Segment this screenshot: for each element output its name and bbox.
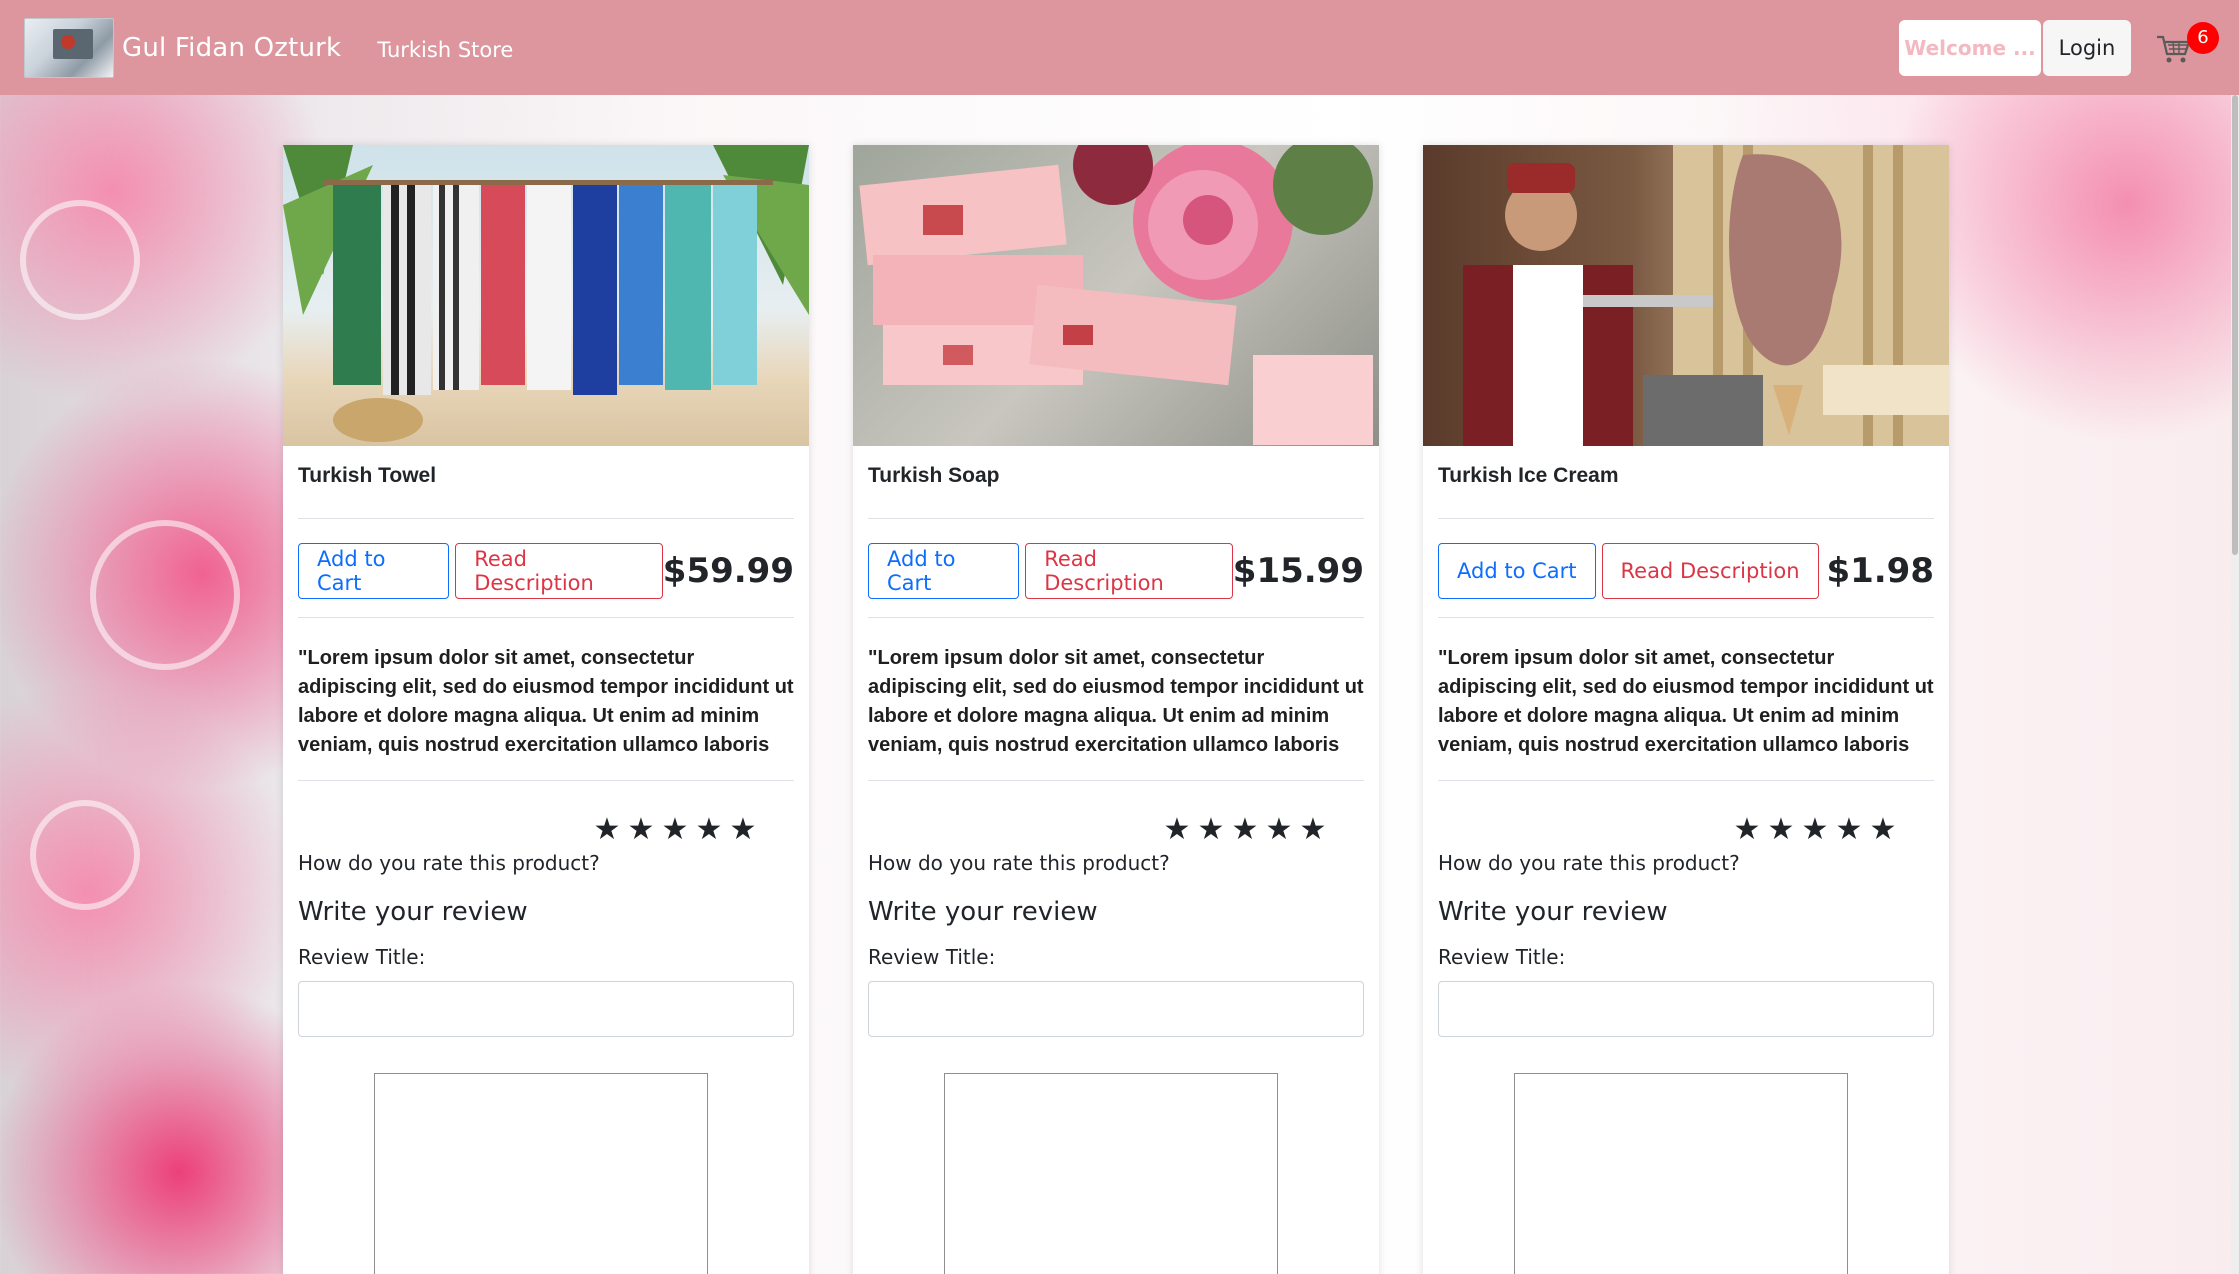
star-icon[interactable]: ★ <box>1730 813 1764 847</box>
product-title: Turkish Towel <box>298 464 437 487</box>
star-icon[interactable]: ★ <box>1228 813 1262 847</box>
brand-logo[interactable] <box>24 17 114 78</box>
read-description-button[interactable]: Read Description <box>455 543 663 599</box>
review-heading: Write your review <box>868 897 1098 927</box>
product-description: "Lorem ipsum dolor sit amet, consectetur… <box>1438 647 1934 756</box>
review-title-input[interactable] <box>298 981 794 1037</box>
star-icon[interactable]: ★ <box>1866 813 1900 847</box>
product-image-soap <box>853 145 1379 446</box>
divider <box>298 518 794 519</box>
star-icon[interactable]: ★ <box>1262 813 1296 847</box>
product-description: "Lorem ipsum dolor sit amet, consectetur… <box>298 647 794 756</box>
divider <box>1438 617 1934 618</box>
star-icon[interactable]: ★ <box>1764 813 1798 847</box>
review-body-textarea[interactable] <box>944 1073 1278 1274</box>
divider <box>868 518 1364 519</box>
divider <box>868 780 1364 781</box>
navbar-right: Welcome ... Login 6 <box>1899 19 2219 76</box>
divider <box>298 617 794 618</box>
review-title-label: Review Title: <box>298 945 426 969</box>
add-to-cart-button[interactable]: Add to Cart <box>1438 543 1596 599</box>
review-heading: Write your review <box>1438 897 1668 927</box>
add-to-cart-button[interactable]: Add to Cart <box>298 543 450 599</box>
review-heading: Write your review <box>298 897 528 927</box>
rate-question: How do you rate this product? <box>1438 851 1740 875</box>
rate-question: How do you rate this product? <box>298 851 600 875</box>
star-icon[interactable]: ★ <box>1296 813 1330 847</box>
background-ornament <box>30 800 140 910</box>
login-button[interactable]: Login <box>2043 19 2131 76</box>
product-image-ice-cream <box>1423 145 1949 446</box>
divider <box>868 617 1364 618</box>
review-title-label: Review Title: <box>868 945 996 969</box>
star-icon[interactable]: ★ <box>692 813 726 847</box>
product-card-ice-cream: Turkish Ice Cream Add to Cart Read Descr… <box>1423 145 1949 1274</box>
review-title-label: Review Title: <box>1438 945 1566 969</box>
product-title: Turkish Soap <box>868 464 1000 487</box>
star-icon[interactable]: ★ <box>1160 813 1194 847</box>
star-icon[interactable]: ★ <box>624 813 658 847</box>
star-rating[interactable]: ★ ★ ★ ★ ★ <box>1438 813 1934 849</box>
product-price: $15.99 <box>1232 551 1364 591</box>
star-icon[interactable]: ★ <box>590 813 624 847</box>
background-ornament <box>90 520 240 670</box>
page-scrollbar[interactable] <box>2231 95 2239 1274</box>
top-navbar: Gul Fidan Ozturk Turkish Store Welcome .… <box>0 0 2239 95</box>
product-image-towel <box>283 145 809 446</box>
star-icon[interactable]: ★ <box>658 813 692 847</box>
read-description-button[interactable]: Read Description <box>1025 543 1233 599</box>
product-card-towel: Turkish Towel Add to Cart Read Descripti… <box>283 145 809 1274</box>
star-icon[interactable]: ★ <box>1832 813 1866 847</box>
rate-question: How do you rate this product? <box>868 851 1170 875</box>
star-icon[interactable]: ★ <box>1798 813 1832 847</box>
review-body-textarea[interactable] <box>1514 1073 1848 1274</box>
star-icon[interactable]: ★ <box>726 813 760 847</box>
product-title: Turkish Ice Cream <box>1438 464 1619 487</box>
background-ornament <box>20 200 140 320</box>
brand-name[interactable]: Gul Fidan Ozturk <box>122 33 341 63</box>
review-title-input[interactable] <box>868 981 1364 1037</box>
product-price: $1.98 <box>1826 551 1934 591</box>
nav-link-turkish-store[interactable]: Turkish Store <box>377 38 513 62</box>
cart-button[interactable]: 6 <box>2155 20 2219 76</box>
star-icon[interactable]: ★ <box>1194 813 1228 847</box>
read-description-button[interactable]: Read Description <box>1601 543 1819 599</box>
product-card-soap: Turkish Soap Add to Cart Read Descriptio… <box>853 145 1379 1274</box>
product-price: $59.99 <box>662 551 794 591</box>
divider <box>298 780 794 781</box>
review-body-textarea[interactable] <box>374 1073 708 1274</box>
product-description: "Lorem ipsum dolor sit amet, consectetur… <box>868 647 1364 756</box>
cart-count-badge: 6 <box>2187 21 2219 54</box>
add-to-cart-button[interactable]: Add to Cart <box>868 543 1020 599</box>
shopping-cart-icon <box>2157 35 2191 62</box>
divider <box>1438 780 1934 781</box>
review-title-input[interactable] <box>1438 981 1934 1037</box>
scrollbar-thumb[interactable] <box>2232 95 2238 555</box>
welcome-button[interactable]: Welcome ... <box>1899 19 2041 76</box>
divider <box>1438 518 1934 519</box>
star-rating[interactable]: ★ ★ ★ ★ ★ <box>298 813 794 849</box>
star-rating[interactable]: ★ ★ ★ ★ ★ <box>868 813 1364 849</box>
